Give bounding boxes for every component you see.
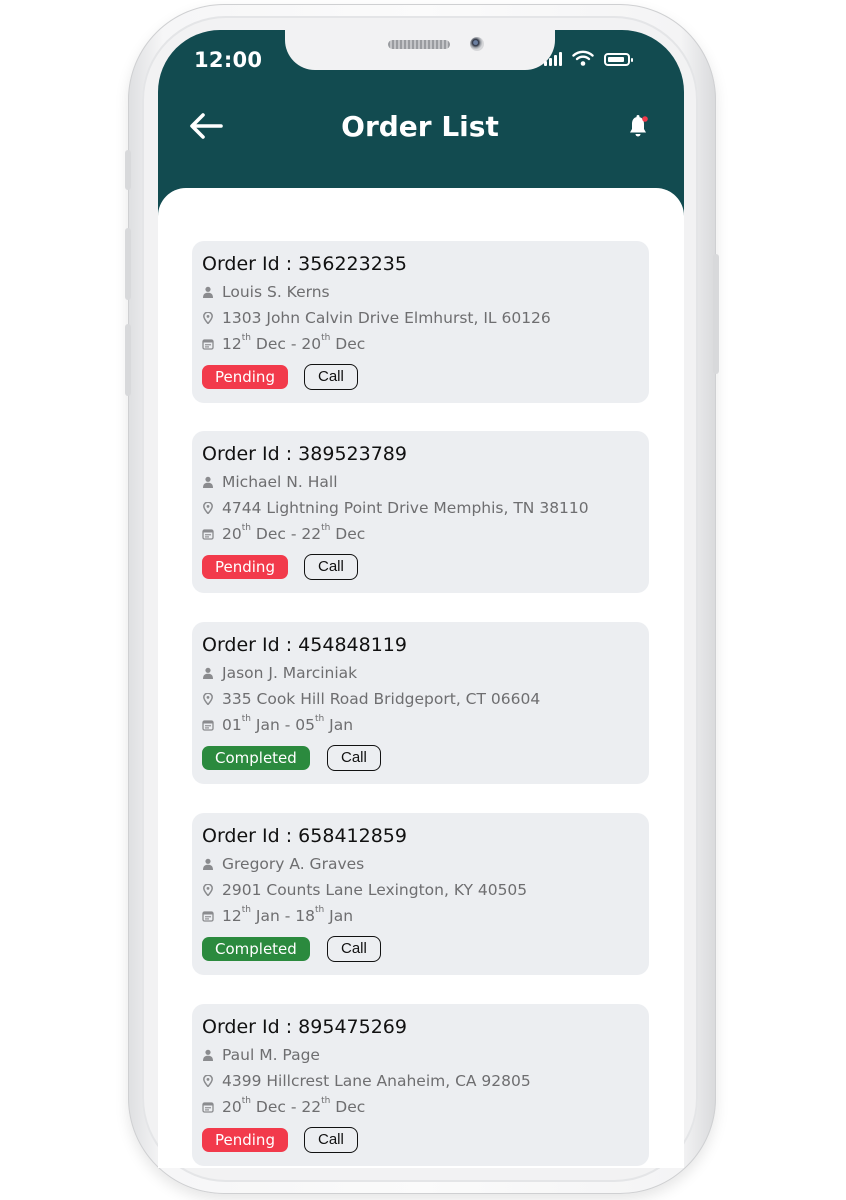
location-pin-icon bbox=[203, 312, 213, 324]
calendar-icon bbox=[202, 911, 214, 922]
status-badge: Pending bbox=[202, 555, 288, 579]
calendar-icon bbox=[202, 529, 214, 540]
customer-row: Michael N. Hall bbox=[202, 473, 338, 491]
address-row: 2901 Counts Lane Lexington, KY 40505 bbox=[202, 881, 527, 899]
mute-switch bbox=[125, 150, 131, 190]
person-icon bbox=[203, 667, 213, 679]
call-button[interactable]: Call bbox=[304, 364, 358, 390]
call-button[interactable]: Call bbox=[304, 1127, 358, 1153]
order-id: Order Id : 895475269 bbox=[202, 1016, 407, 1038]
status-badge: Pending bbox=[202, 365, 288, 389]
volume-up-button bbox=[125, 228, 131, 300]
notification-dot bbox=[642, 116, 648, 122]
order-id: Order Id : 389523789 bbox=[202, 443, 407, 465]
customer-name: Gregory A. Graves bbox=[222, 855, 365, 873]
person-icon bbox=[203, 286, 213, 298]
order-card[interactable]: Order Id : 389523789 Michael N. Hall 474… bbox=[192, 431, 649, 593]
call-button[interactable]: Call bbox=[304, 554, 358, 580]
date-range: 12th Jan - 18th Jan bbox=[222, 905, 354, 925]
date-range: 12th Dec - 20th Dec bbox=[222, 333, 366, 353]
signal-bars-icon bbox=[544, 50, 562, 66]
calendar-icon bbox=[202, 720, 214, 731]
address-row: 335 Cook Hill Road Bridgeport, CT 06604 bbox=[202, 690, 540, 708]
person-icon bbox=[203, 476, 213, 488]
call-button[interactable]: Call bbox=[327, 745, 381, 771]
call-button[interactable]: Call bbox=[327, 936, 381, 962]
volume-down-button bbox=[125, 324, 131, 396]
customer-name: Louis S. Kerns bbox=[222, 283, 330, 301]
date-range: 01th Jan - 05th Jan bbox=[222, 714, 354, 734]
page-title: Order List bbox=[341, 110, 499, 143]
customer-row: Paul M. Page bbox=[202, 1046, 320, 1064]
status-time: 12:00 bbox=[194, 48, 263, 72]
address: 4399 Hillcrest Lane Anaheim, CA 92805 bbox=[222, 1072, 531, 1090]
date-row: 01th Jan - 05th Jan bbox=[202, 714, 354, 734]
date-row: 20th Dec - 22th Dec bbox=[202, 1096, 366, 1116]
status-badge: Completed bbox=[202, 746, 310, 770]
order-id: Order Id : 454848119 bbox=[202, 634, 407, 656]
address: 4744 Lightning Point Drive Memphis, TN 3… bbox=[222, 499, 589, 517]
date-row: 12th Jan - 18th Jan bbox=[202, 905, 354, 925]
address-row: 4744 Lightning Point Drive Memphis, TN 3… bbox=[202, 499, 589, 517]
calendar-icon bbox=[202, 339, 214, 350]
speaker-grille bbox=[388, 40, 450, 49]
person-icon bbox=[203, 1049, 213, 1061]
status-badge: Completed bbox=[202, 937, 310, 961]
wifi-icon bbox=[572, 50, 594, 66]
status-badge: Pending bbox=[202, 1128, 288, 1152]
arrow-left-icon[interactable] bbox=[188, 110, 224, 142]
address: 1303 John Calvin Drive Elmhurst, IL 6012… bbox=[222, 309, 551, 327]
order-id: Order Id : 356223235 bbox=[202, 253, 407, 275]
order-list: Order Id : 356223235 Louis S. Kerns 1303… bbox=[158, 188, 684, 1168]
status-icons bbox=[544, 50, 633, 66]
front-camera bbox=[470, 37, 484, 51]
address: 2901 Counts Lane Lexington, KY 40505 bbox=[222, 881, 528, 899]
date-row: 12th Dec - 20th Dec bbox=[202, 333, 366, 353]
date-range: 20th Dec - 22th Dec bbox=[222, 1096, 366, 1116]
order-card[interactable]: Order Id : 454848119 Jason J. Marciniak … bbox=[192, 622, 649, 784]
location-pin-icon bbox=[203, 693, 213, 705]
date-row: 20th Dec - 22th Dec bbox=[202, 523, 366, 543]
customer-name: Michael N. Hall bbox=[222, 473, 338, 491]
location-pin-icon bbox=[203, 502, 213, 514]
person-icon bbox=[203, 858, 213, 870]
customer-name: Paul M. Page bbox=[222, 1046, 320, 1064]
address: 335 Cook Hill Road Bridgeport, CT 06604 bbox=[222, 690, 541, 708]
location-pin-icon bbox=[203, 1075, 213, 1087]
battery-icon bbox=[604, 53, 633, 66]
order-id: Order Id : 658412859 bbox=[202, 825, 407, 847]
calendar-icon bbox=[202, 1102, 214, 1113]
order-card[interactable]: Order Id : 658412859 Gregory A. Graves 2… bbox=[192, 813, 649, 975]
address-row: 4399 Hillcrest Lane Anaheim, CA 92805 bbox=[202, 1072, 531, 1090]
location-pin-icon bbox=[203, 884, 213, 896]
customer-row: Louis S. Kerns bbox=[202, 283, 330, 301]
customer-row: Jason J. Marciniak bbox=[202, 664, 357, 682]
order-card[interactable]: Order Id : 895475269 Paul M. Page 4399 H… bbox=[192, 1004, 649, 1166]
customer-name: Jason J. Marciniak bbox=[222, 664, 358, 682]
bell-icon[interactable] bbox=[626, 114, 650, 140]
order-card[interactable]: Order Id : 356223235 Louis S. Kerns 1303… bbox=[192, 241, 649, 403]
customer-row: Gregory A. Graves bbox=[202, 855, 364, 873]
power-button bbox=[713, 254, 719, 374]
date-range: 20th Dec - 22th Dec bbox=[222, 523, 366, 543]
canvas: 12:00 Order List Order Id : 356223235 Lo… bbox=[0, 0, 846, 1200]
address-row: 1303 John Calvin Drive Elmhurst, IL 6012… bbox=[202, 309, 551, 327]
